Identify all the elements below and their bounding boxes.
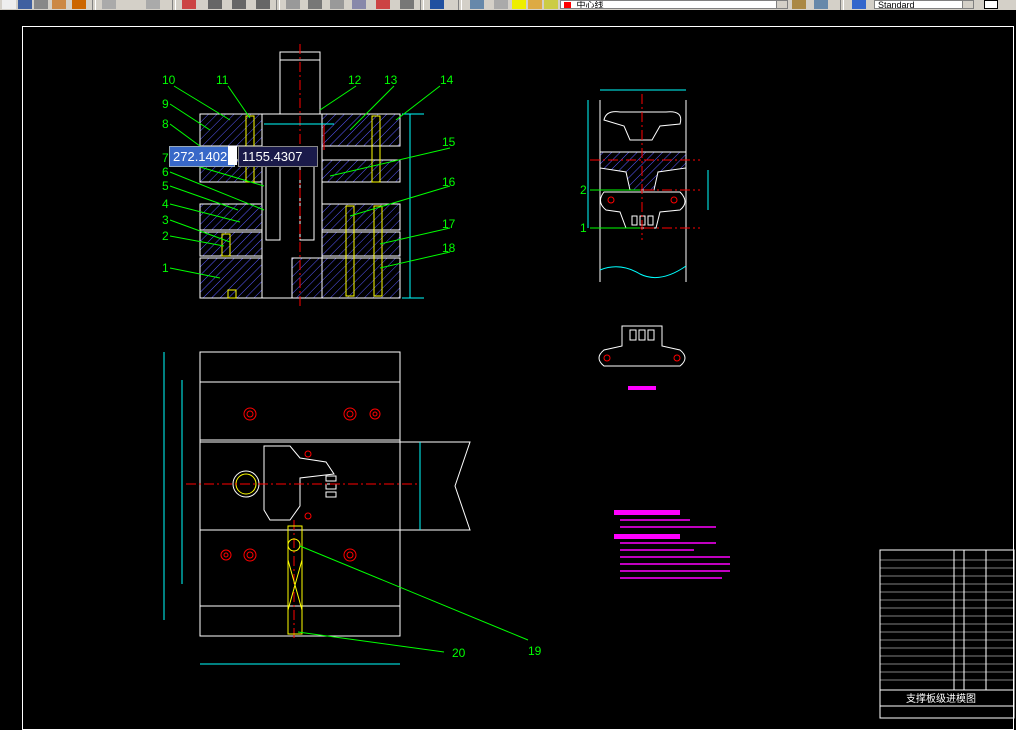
callout-19: 19 (528, 644, 542, 658)
callout-17: 17 (442, 217, 456, 231)
callout-20: 20 (452, 646, 466, 660)
strip-layout: 2 1 (580, 89, 709, 282)
strip-callout-1: 1 (580, 221, 587, 235)
strip-callout-2: 2 (580, 183, 587, 197)
callout-10: 10 (162, 73, 176, 87)
callout-14: 14 (440, 73, 454, 87)
callout-16: 16 (442, 175, 456, 189)
callout-4: 4 (162, 197, 169, 211)
callout-2: 2 (162, 229, 169, 243)
callout-18: 18 (442, 241, 456, 255)
callout-1: 1 (162, 261, 169, 275)
callout-8: 8 (162, 117, 169, 131)
callout-3: 3 (162, 213, 169, 227)
front-view: 10 9 8 7 6 5 4 3 2 1 11 12 13 14 15 16 1… (162, 44, 456, 306)
crosshair-cursor (228, 146, 237, 165)
plan-view: 20 19 (163, 351, 542, 665)
callout-7: 7 (162, 151, 169, 165)
callout-11: 11 (216, 73, 229, 87)
callout-12: 12 (348, 73, 362, 87)
dynamic-input-x[interactable]: 272.1402 (169, 146, 235, 167)
title-block-title: 支撑板级进模图 (906, 692, 976, 705)
callout-15: 15 (442, 135, 456, 149)
callout-13: 13 (384, 73, 398, 87)
part-drawing (598, 325, 686, 390)
callout-6: 6 (162, 165, 169, 179)
cad-drawing: 10 9 8 7 6 5 4 3 2 1 11 12 13 14 15 16 1… (162, 44, 1015, 719)
callout-5: 5 (162, 179, 169, 193)
dynamic-input-y[interactable]: 1155.4307 (238, 146, 318, 167)
title-block: 支撑板级进模图 (879, 549, 1015, 719)
technical-notes (614, 510, 730, 579)
callout-9: 9 (162, 97, 169, 111)
